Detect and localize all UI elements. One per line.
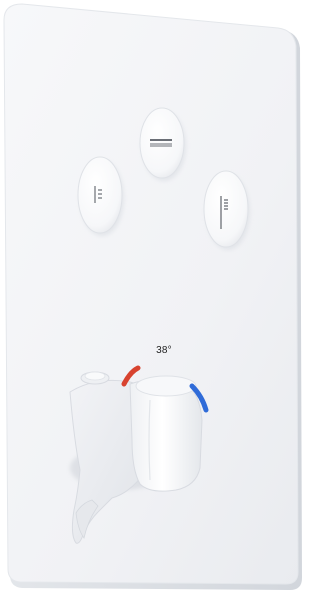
temperature-marking: 38° xyxy=(156,345,172,356)
cover-plate xyxy=(3,3,299,585)
thermostatic-shower-mixer: 38° xyxy=(0,0,308,592)
mixer-illustration xyxy=(3,3,302,590)
thermostat-knob[interactable] xyxy=(129,375,203,492)
rain-shower-icon xyxy=(150,139,172,147)
